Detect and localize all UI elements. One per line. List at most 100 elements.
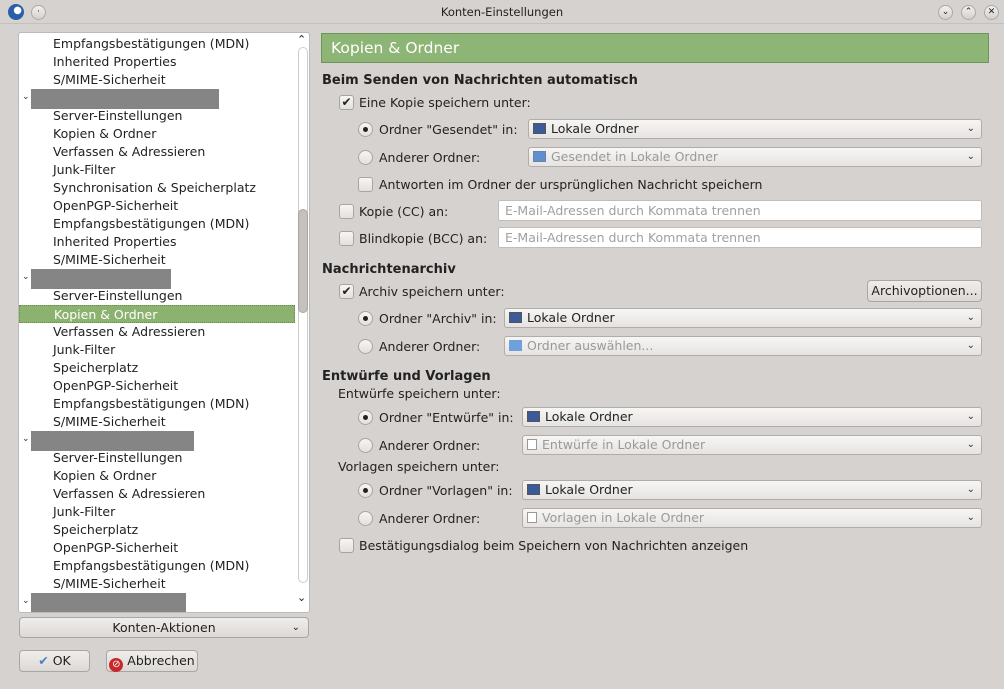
drafts-folder-label: Ordner "Entwürfe" in:	[379, 410, 514, 425]
ok-label: OK	[52, 653, 71, 668]
chevron-down-icon: ⌄	[966, 151, 975, 162]
tree-item[interactable]: Verfassen & Adressieren	[53, 143, 205, 161]
templates-folder-radio[interactable]	[358, 483, 373, 498]
templates-account-select[interactable]: Lokale Ordner ⌄	[522, 480, 982, 500]
send-heading: Beim Senden von Nachrichten automatisch	[322, 73, 638, 88]
help-button[interactable]: ⌄	[938, 5, 953, 20]
templates-other-select[interactable]: Vorlagen in Lokale Ordner ⌄	[522, 508, 982, 528]
expand-chevron-icon[interactable]: ⌄	[22, 272, 30, 282]
bcc-label: Blindkopie (BCC) an:	[359, 231, 488, 246]
tree-item[interactable]: Kopien & Ordner	[19, 305, 295, 323]
tree-item[interactable]: Synchronisation & Speicherplatz	[53, 179, 256, 197]
sent-folder-radio[interactable]	[358, 122, 373, 137]
cancel-button[interactable]: ⊘ Abbrechen	[106, 650, 198, 672]
tree-item[interactable]: Empfangsbestätigungen (MDN)	[53, 557, 249, 575]
tree-scrollbar[interactable]: ⌃ ⌄	[295, 33, 309, 612]
drafts-account-select[interactable]: Lokale Ordner ⌄	[522, 407, 982, 427]
archive-account-select[interactable]: Lokale Ordner ⌄	[504, 308, 982, 328]
select-value: Gesendet in Lokale Ordner	[551, 149, 719, 164]
cancel-label: Abbrechen	[127, 653, 195, 668]
tree-item[interactable]: Junk-Filter	[53, 341, 115, 359]
reply-folder-checkbox[interactable]	[358, 177, 373, 192]
tree-item[interactable]: S/MIME-Sicherheit	[53, 251, 166, 269]
tree-item[interactable]: Empfangsbestätigungen (MDN)	[53, 215, 249, 233]
tree-item[interactable]: Inherited Properties	[53, 53, 177, 71]
copy-checkbox[interactable]: ✔	[339, 95, 354, 110]
tree-item[interactable]: OpenPGP-Sicherheit	[53, 539, 178, 557]
tree-item[interactable]: S/MIME-Sicherheit	[53, 575, 166, 593]
tree-item[interactable]: OpenPGP-Sicherheit	[53, 197, 178, 215]
expand-chevron-icon[interactable]: ⌄	[22, 92, 30, 102]
scroll-down-icon[interactable]: ⌄	[297, 591, 306, 604]
account-tree[interactable]: Empfangsbestätigungen (MDN) Inherited Pro…	[18, 32, 310, 613]
select-value: Vorlagen in Lokale Ordner	[542, 510, 705, 525]
templates-folder-label: Ordner "Vorlagen" in:	[379, 483, 513, 498]
page-title: Kopien & Ordner	[321, 33, 989, 63]
other-folder-radio[interactable]	[358, 150, 373, 165]
archive-folder-radio[interactable]	[358, 311, 373, 326]
account-item-redacted[interactable]	[31, 269, 171, 289]
tree-item[interactable]: Verfassen & Adressieren	[53, 485, 205, 503]
reply-folder-label: Antworten im Ordner der ursprünglichen N…	[379, 177, 763, 192]
konten-aktionen-button[interactable]: Konten-Aktionen ⌄	[19, 617, 309, 638]
drafts-other-radio[interactable]	[358, 438, 373, 453]
account-item-redacted[interactable]	[31, 593, 186, 612]
scrollbar-thumb[interactable]	[298, 47, 308, 583]
confirm-dialog-checkbox[interactable]	[339, 538, 354, 553]
tree-item[interactable]: Kopien & Ordner	[53, 467, 156, 485]
bcc-checkbox[interactable]	[339, 231, 354, 246]
archive-other-radio[interactable]	[358, 339, 373, 354]
archive-options-button[interactable]: Archivoptionen...	[867, 280, 982, 302]
tree-item[interactable]: Empfangsbestätigungen (MDN)	[53, 35, 249, 53]
tree-item[interactable]: Empfangsbestätigungen (MDN)	[53, 395, 249, 413]
other-folder-select[interactable]: Gesendet in Lokale Ordner ⌄	[528, 147, 982, 167]
window-title: Konten-Einstellungen	[440, 5, 564, 19]
other-folder-label: Anderer Ordner:	[379, 150, 481, 165]
tree-item[interactable]: Junk-Filter	[53, 161, 115, 179]
expand-chevron-icon[interactable]: ⌄	[22, 434, 30, 444]
tree-item[interactable]: Verfassen & Adressieren	[53, 323, 205, 341]
select-value: Lokale Ordner	[545, 409, 633, 424]
drafts-other-select[interactable]: Entwürfe in Lokale Ordner ⌄	[522, 435, 982, 455]
chevron-down-icon: ⌄	[966, 340, 975, 351]
select-value: Lokale Ordner	[545, 482, 633, 497]
document-icon	[527, 512, 537, 523]
scrollbar-handle[interactable]	[298, 209, 308, 313]
drafts-label: Entwürfe speichern unter:	[338, 386, 501, 401]
tree-item[interactable]: S/MIME-Sicherheit	[53, 413, 166, 431]
tree-item[interactable]: OpenPGP-Sicherheit	[53, 377, 178, 395]
tree-item[interactable]: Kopien & Ordner	[53, 125, 156, 143]
tree-item[interactable]: Server-Einstellungen	[53, 449, 182, 467]
tree-item[interactable]: Speicherplatz	[53, 359, 138, 377]
close-button[interactable]: ✕	[984, 5, 999, 20]
chevron-down-icon: ⌄	[966, 411, 975, 422]
ok-button[interactable]: ✔ OK	[19, 650, 90, 672]
cc-checkbox[interactable]	[339, 204, 354, 219]
bcc-input[interactable]: E-Mail-Adressen durch Kommata trennen	[498, 227, 982, 248]
tree-item[interactable]: Server-Einstellungen	[53, 287, 182, 305]
chevron-down-icon: ⌄	[966, 439, 975, 450]
templates-label: Vorlagen speichern unter:	[338, 459, 500, 474]
drafts-folder-radio[interactable]	[358, 410, 373, 425]
cc-label: Kopie (CC) an:	[359, 204, 449, 219]
archive-checkbox[interactable]: ✔	[339, 284, 354, 299]
account-item-redacted[interactable]	[31, 89, 219, 109]
cc-input[interactable]: E-Mail-Adressen durch Kommata trennen	[498, 200, 982, 221]
tree-item[interactable]: Server-Einstellungen	[53, 107, 182, 125]
tree-item[interactable]: Inherited Properties	[53, 233, 177, 251]
templates-other-radio[interactable]	[358, 511, 373, 526]
chevron-down-icon: ⌄	[966, 484, 975, 495]
select-value: Entwürfe in Lokale Ordner	[542, 437, 706, 452]
tree-item[interactable]: S/MIME-Sicherheit	[53, 71, 166, 89]
tree-item[interactable]: Junk-Filter	[53, 503, 115, 521]
select-value: Lokale Ordner	[551, 121, 639, 136]
maximize-button[interactable]: ⌃	[961, 5, 976, 20]
account-item-redacted[interactable]	[31, 431, 194, 451]
scroll-up-icon[interactable]: ⌃	[297, 33, 306, 46]
tree-item[interactable]: Speicherplatz	[53, 521, 138, 539]
computer-icon	[533, 123, 546, 134]
archive-other-select[interactable]: Ordner auswählen... ⌄	[504, 336, 982, 356]
sent-account-select[interactable]: Lokale Ordner ⌄	[528, 119, 982, 139]
drafts-heading: Entwürfe und Vorlagen	[322, 369, 491, 384]
expand-chevron-icon[interactable]: ⌄	[22, 596, 30, 606]
